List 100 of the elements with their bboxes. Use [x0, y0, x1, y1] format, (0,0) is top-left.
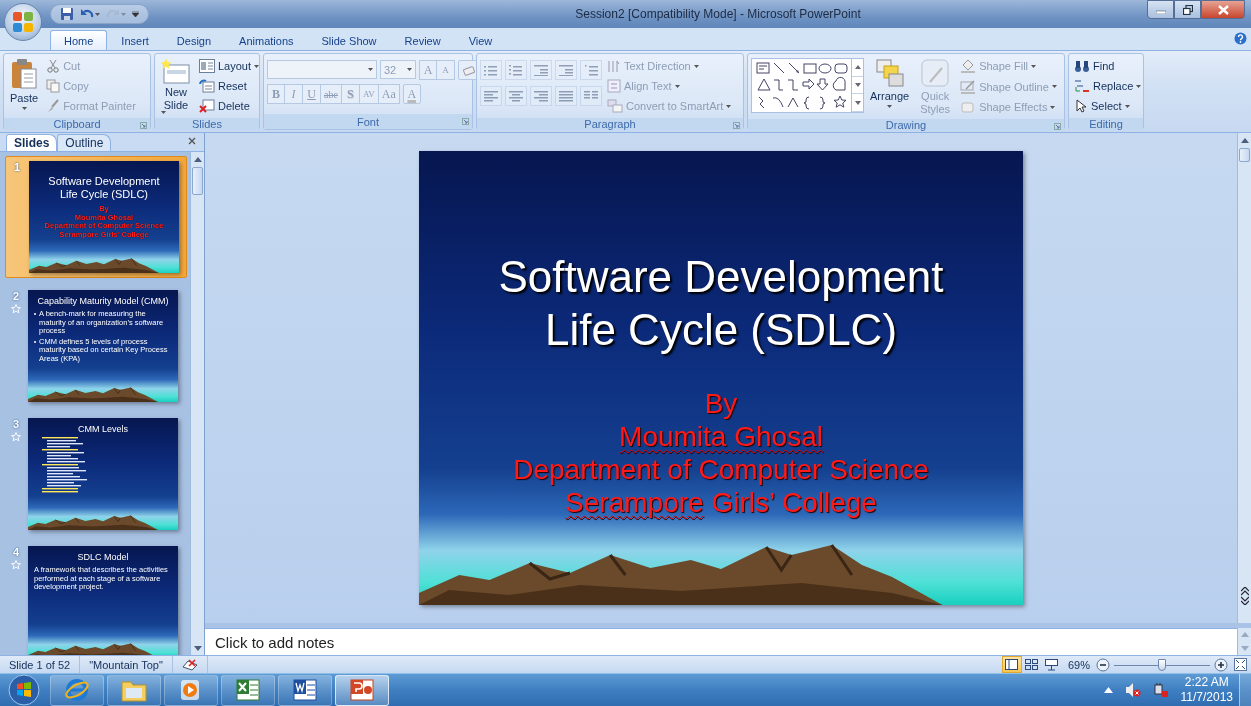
zoom-out-icon: [1096, 657, 1110, 672]
ribbon-tab[interactable]: Insert: [107, 30, 163, 50]
more-icon: [854, 100, 861, 105]
spreadsheet-icon: [235, 678, 261, 702]
clock-time: 2:22 AM: [1184, 675, 1229, 690]
replace-icon: [1074, 79, 1090, 93]
caret-icon: [887, 104, 893, 108]
browser-icon: [64, 677, 90, 703]
close-button[interactable]: [1201, 0, 1245, 19]
subtitle-line: Serampore Girls’ College: [565, 485, 877, 519]
taskbar-button[interactable]: [221, 674, 275, 706]
group-label: Drawing: [885, 119, 927, 132]
scrollbar[interactable]: [1237, 628, 1251, 655]
bullets-icon: [484, 64, 498, 76]
minimize-button[interactable]: [1147, 0, 1174, 19]
dialog-launcher-button[interactable]: [462, 118, 469, 125]
document-icon: [292, 678, 318, 702]
quick-styles-icon: [920, 58, 951, 88]
help-button[interactable]: [1234, 32, 1247, 45]
new-slide-icon: [161, 58, 191, 84]
network-icon: [1152, 682, 1169, 698]
expand-icon: [1054, 123, 1061, 131]
group-label: Clipboard: [53, 118, 101, 130]
office-logo-icon: [11, 10, 35, 34]
zoom-slider-thumb[interactable]: [1158, 658, 1166, 671]
pane-tab[interactable]: Slides: [6, 134, 58, 151]
scrollbar[interactable]: [1237, 133, 1251, 623]
previous-next-slide-icon: [1240, 587, 1249, 605]
windows-logo-icon: [8, 674, 40, 706]
animation-star-icon: [11, 560, 21, 570]
ribbon-tab[interactable]: View: [454, 30, 507, 50]
ribbon-tab[interactable]: Animations: [225, 30, 308, 50]
presentation-icon: [349, 678, 375, 702]
thumbnail-title: Capability Maturity Model (CMM): [37, 296, 169, 307]
delete-icon: [199, 99, 215, 114]
arrange-button[interactable]: Arrange: [867, 56, 913, 118]
zoom-level-text: 69%: [1066, 658, 1091, 671]
slide-number: 4: [12, 546, 20, 558]
ribbon-tab[interactable]: Slide Show: [307, 30, 391, 50]
thumbnail-title: CMM Levels: [78, 424, 128, 435]
taskbar-button[interactable]: [107, 674, 161, 706]
ribbon-tab[interactable]: Home: [50, 30, 108, 50]
view-button[interactable]: [1001, 656, 1022, 673]
group-label: Editing: [1089, 118, 1123, 130]
slide-thumbnail[interactable]: CMM Levels: [28, 418, 178, 530]
command-button[interactable]: Replace: [1072, 76, 1144, 96]
slide-number: 3: [12, 418, 20, 430]
paste-button[interactable]: Paste: [7, 56, 42, 116]
copy-icon: [46, 79, 61, 93]
scrollbar[interactable]: [190, 152, 204, 655]
scroll-down-icon: [1240, 645, 1249, 651]
quick-access-button[interactable]: [59, 6, 75, 22]
slide-sorter-icon: [1025, 659, 1039, 670]
caret-icon: [693, 64, 699, 68]
ribbon-tab[interactable]: Review: [390, 30, 455, 50]
command-button[interactable]: Find: [1072, 56, 1144, 76]
shapes-gallery[interactable]: [751, 58, 864, 113]
slide-number: 1: [13, 161, 21, 173]
dialog-launcher-button[interactable]: [140, 122, 147, 129]
justify-icon: [559, 90, 573, 102]
caret-icon: [161, 111, 166, 115]
customize-toolbar-button[interactable]: [131, 10, 140, 18]
zoom-in-button[interactable]: [1214, 657, 1228, 672]
taskbar-button[interactable]: [335, 674, 389, 706]
scroll-down-icon: [854, 83, 861, 87]
window-title: Session2 [Compatibility Mode] - Microsoft PowerPoint: [574, 7, 862, 21]
notes-field[interactable]: Click to add notes: [205, 628, 1237, 655]
fit-to-window-button[interactable]: [1234, 658, 1247, 671]
paintbrush-icon: [46, 99, 61, 113]
group-label: Paragraph: [584, 118, 636, 130]
caret-icon: [368, 68, 373, 71]
close-icon: [188, 137, 196, 145]
eraser-icon: [462, 64, 476, 76]
thumbnail-title: SDLC Model: [77, 552, 129, 563]
scrollbar-thumb[interactable]: [1239, 148, 1250, 162]
new-slide-button[interactable]: New Slide: [158, 56, 194, 117]
scroll-up-icon: [1240, 137, 1249, 143]
zoom-out-button[interactable]: [1096, 657, 1110, 672]
restore-button[interactable]: [1174, 0, 1201, 19]
command-button[interactable]: Select: [1072, 96, 1144, 116]
command-button[interactable]: Layout: [197, 56, 262, 77]
zoom-slider[interactable]: [1114, 658, 1210, 671]
command-button[interactable]: Reset: [197, 76, 262, 97]
command-button[interactable]: Delete: [197, 96, 262, 117]
dialog-launcher-button[interactable]: [1054, 123, 1061, 131]
fit-window-icon: [1234, 658, 1247, 671]
scroll-up-icon: [854, 65, 861, 70]
taskbar-button[interactable]: [164, 674, 218, 706]
slide-show-icon: [1045, 658, 1059, 671]
taskbar-button[interactable]: [278, 674, 332, 706]
expand-icon: [140, 122, 147, 129]
scrollbar-thumb[interactable]: [192, 167, 203, 195]
dialog-launcher-button[interactable]: [733, 122, 740, 129]
line-spacing-icon: [584, 64, 598, 76]
close-pane-button[interactable]: [188, 137, 196, 145]
spelling-check-icon: [181, 658, 198, 671]
subtitle-line: Moumita Ghosal: [619, 419, 823, 453]
pane-tab[interactable]: Outline: [57, 134, 112, 151]
office-button[interactable]: [4, 3, 42, 41]
ribbon-tab[interactable]: Design: [162, 30, 226, 50]
